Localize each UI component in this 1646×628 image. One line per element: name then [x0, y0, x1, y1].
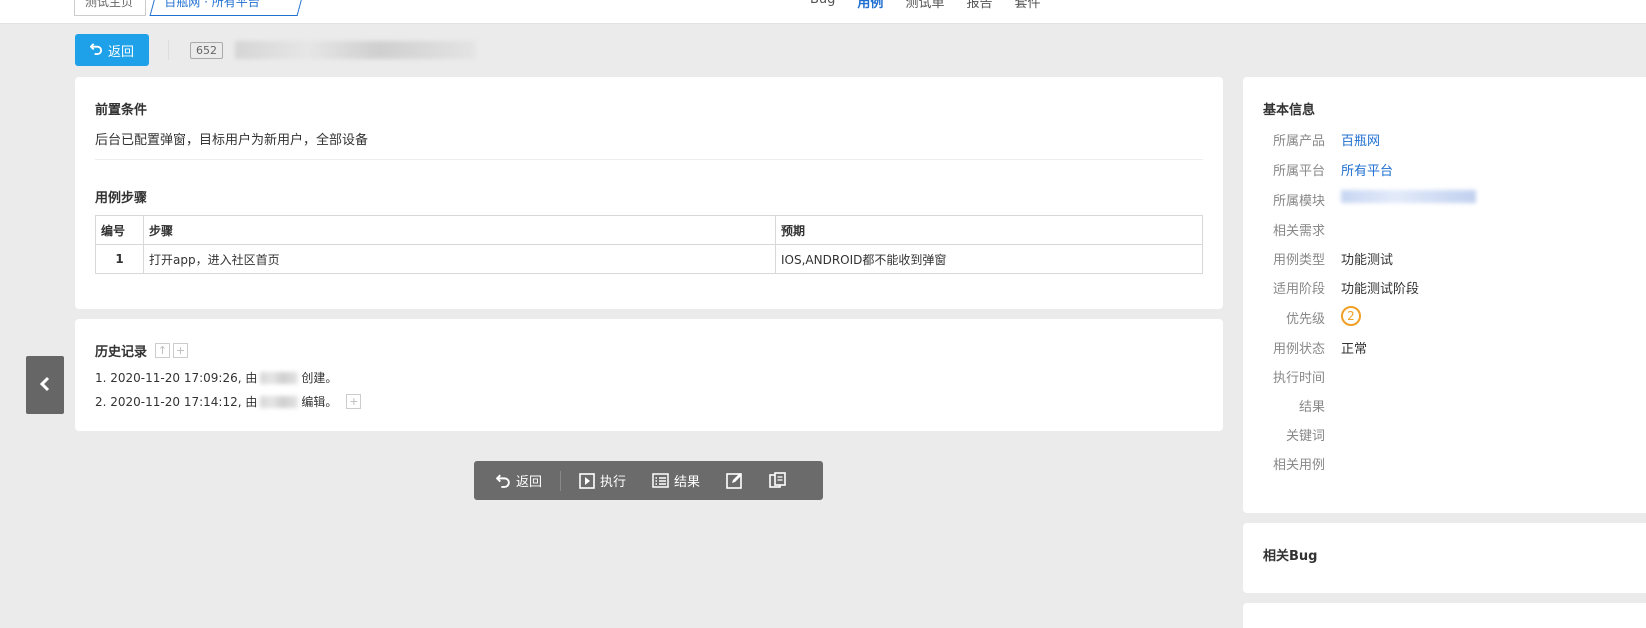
- breadcrumb-product[interactable]: 百瓶网 · 所有平台: [149, 0, 305, 16]
- expand-all-icon[interactable]: +: [173, 343, 189, 358]
- nav-suite[interactable]: 套件: [1014, 0, 1040, 11]
- info-key: 相关需求: [1272, 224, 1325, 239]
- step-expect: IOS,ANDROID都不能收到弹窗: [775, 244, 1203, 274]
- history-entry-action: 创建。: [301, 371, 338, 385]
- info-row-result: 结果: [1263, 396, 1341, 415]
- back-button[interactable]: 返回: [75, 34, 149, 66]
- top-nav: Bug 用例 测试单 报告 套件: [810, 0, 1040, 11]
- info-key: 适用阶段: [1272, 282, 1325, 297]
- redacted-user: [260, 371, 299, 384]
- info-value: 功能测试: [1341, 253, 1394, 268]
- precondition-text: 后台已配置弹窗，目标用户为新用户，全部设备: [95, 133, 369, 148]
- edit-button[interactable]: [726, 461, 743, 500]
- nav-report[interactable]: 报告: [966, 0, 992, 11]
- history-title: 历史记录: [95, 345, 148, 360]
- info-row-priority: 优先级 2: [1263, 306, 1361, 327]
- col-expect: 预期: [775, 215, 1203, 245]
- header-divider: [168, 40, 169, 60]
- result-button[interactable]: 结果: [652, 461, 700, 500]
- case-title-redacted: [235, 41, 475, 59]
- basic-info-title: 基本信息: [1263, 103, 1316, 118]
- undo-icon: [89, 42, 103, 59]
- history-entry: 2. 2020-11-20 17:14:12, 由 编辑。 +: [95, 393, 362, 410]
- info-key: 所属产品: [1272, 134, 1325, 149]
- info-value: 功能测试阶段: [1341, 282, 1420, 297]
- info-key: 结果: [1298, 400, 1325, 415]
- edit-icon: [726, 472, 743, 489]
- table-row: 1 打开app，进入社区首页 IOS,ANDROID都不能收到弹窗: [95, 244, 1203, 274]
- steps-title: 用例步骤: [95, 191, 148, 206]
- info-row-platform: 所属平台 所有平台: [1263, 160, 1393, 179]
- basic-info-panel: 基本信息 所属产品 百瓶网 所属平台 所有平台 所属模块 相关需求 用例类型 功…: [1243, 77, 1646, 513]
- history-entry-text: 2. 2020-11-20 17:14:12, 由: [95, 395, 258, 409]
- expand-entry-icon[interactable]: +: [346, 394, 362, 409]
- back-button-label: 返回: [107, 44, 134, 60]
- info-row-linked-cases: 相关用例: [1263, 454, 1341, 473]
- info-key: 优先级: [1285, 312, 1325, 327]
- result-label: 结果: [674, 475, 701, 490]
- toolbar-back-label: 返回: [516, 475, 543, 490]
- collapse-sidebar-button[interactable]: [26, 356, 64, 414]
- case-id-badge: 652: [190, 42, 223, 59]
- col-step: 步骤: [143, 215, 776, 245]
- info-module-link-redacted[interactable]: [1341, 190, 1476, 209]
- copy-icon: [769, 472, 786, 489]
- copy-button[interactable]: [769, 461, 786, 500]
- nav-case[interactable]: 用例: [857, 0, 883, 11]
- toolbar-back-button[interactable]: 返回: [496, 461, 542, 500]
- sort-up-icon[interactable]: ↑: [155, 343, 171, 358]
- info-value: 正常: [1341, 342, 1368, 357]
- section-divider: [95, 159, 1203, 160]
- info-row-keywords: 关键词: [1263, 425, 1341, 444]
- steps-header-row: 编号 步骤 预期: [95, 215, 1203, 245]
- info-row-type: 用例类型 功能测试: [1263, 249, 1393, 268]
- related-bug-panel: 相关Bug: [1243, 523, 1646, 593]
- info-row-stage: 适用阶段 功能测试阶段: [1263, 278, 1419, 297]
- priority-badge: 2: [1341, 306, 1361, 326]
- info-platform-link[interactable]: 所有平台: [1341, 160, 1393, 179]
- chevron-left-icon: [39, 373, 51, 398]
- step-num: 1: [95, 244, 144, 274]
- info-key: 所属模块: [1272, 194, 1325, 209]
- case-detail-panel: 前置条件 后台已配置弹窗，目标用户为新用户，全部设备 用例步骤 编号 步骤 预期…: [75, 77, 1223, 309]
- play-icon: [579, 472, 595, 489]
- step-text: 打开app，进入社区首页: [143, 244, 776, 274]
- run-label: 执行: [600, 475, 627, 490]
- breadcrumb-home[interactable]: 测试主页: [74, 0, 146, 16]
- run-button[interactable]: 执行: [579, 461, 626, 500]
- info-key: 用例状态: [1272, 342, 1325, 357]
- info-row-exec-time: 执行时间: [1263, 367, 1341, 386]
- nav-bug[interactable]: Bug: [810, 0, 835, 11]
- steps-table: 编号 步骤 预期 1 打开app，进入社区首页 IOS,ANDROID都不能收到…: [95, 215, 1203, 274]
- info-row-module: 所属模块: [1263, 190, 1476, 209]
- top-bar: 测试主页 百瓶网 · 所有平台 Bug 用例 测试单 报告 套件: [0, 0, 1646, 24]
- info-row-story: 相关需求: [1263, 220, 1341, 239]
- info-key: 相关用例: [1272, 458, 1325, 473]
- list-icon: [652, 473, 669, 488]
- info-key: 用例类型: [1272, 253, 1325, 268]
- info-key: 执行时间: [1272, 371, 1325, 386]
- info-row-status: 用例状态 正常: [1263, 338, 1367, 357]
- nav-testtask[interactable]: 测试单: [905, 0, 944, 11]
- col-num: 编号: [95, 215, 144, 245]
- info-key: 所属平台: [1272, 164, 1325, 179]
- undo-icon: [496, 473, 511, 488]
- related-bug-title: 相关Bug: [1263, 549, 1318, 564]
- toolbar-divider: [560, 470, 562, 491]
- info-product-link[interactable]: 百瓶网: [1341, 130, 1380, 149]
- history-panel: 历史记录 ↑ + 1. 2020-11-20 17:09:26, 由 创建。 2…: [75, 319, 1223, 431]
- history-entry-text: 1. 2020-11-20 17:09:26, 由: [95, 371, 258, 385]
- history-entry-action: 编辑。: [301, 395, 338, 409]
- action-toolbar: 返回 执行 结果: [474, 461, 823, 500]
- info-row-product: 所属产品 百瓶网: [1263, 130, 1380, 149]
- history-entry: 1. 2020-11-20 17:09:26, 由 创建。: [95, 369, 337, 386]
- precondition-title: 前置条件: [95, 103, 148, 118]
- more-panel: [1243, 603, 1646, 628]
- history-header: 历史记录 ↑ +: [95, 341, 189, 360]
- info-key: 关键词: [1285, 429, 1325, 444]
- redacted-user: [260, 395, 299, 408]
- breadcrumb-product-label: 百瓶网 · 所有平台: [164, 0, 260, 9]
